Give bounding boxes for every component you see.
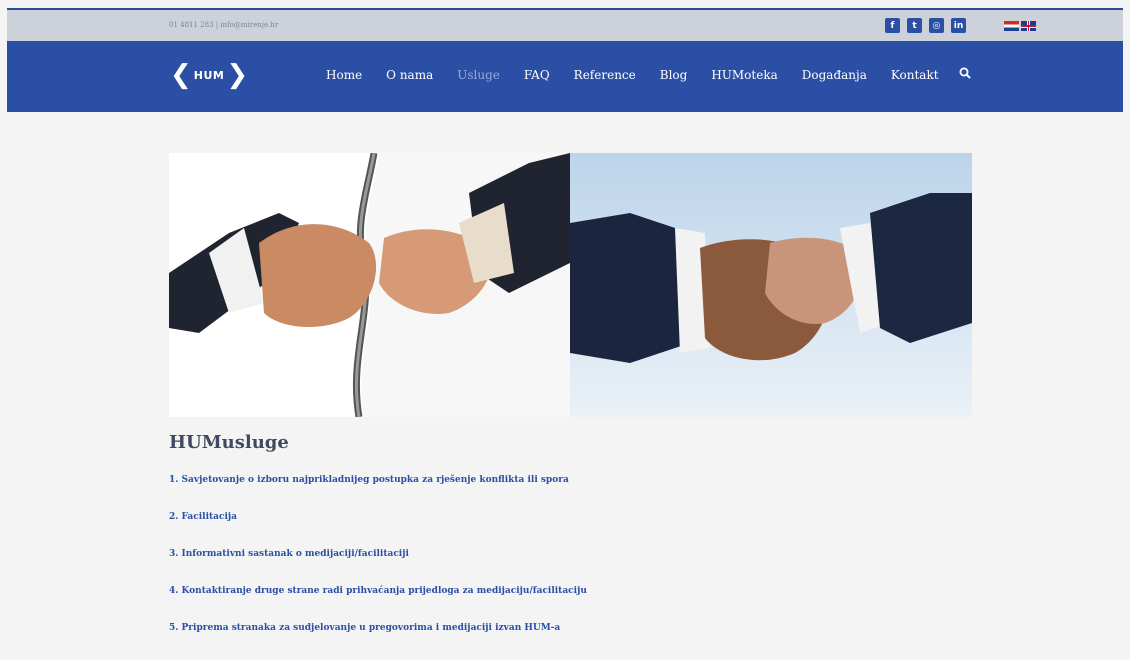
nav-item-home[interactable]: Home (326, 68, 362, 82)
service-link[interactable]: 4. Kontaktiranje druge strane radi prihv… (169, 586, 869, 596)
hero-banner (169, 153, 972, 417)
nav-item-humoteka[interactable]: HUMoteka (711, 68, 777, 82)
hr-flag-icon[interactable] (1004, 21, 1019, 31)
handshake-image (570, 153, 972, 417)
top-bar: 01 4811 283 | info@mirenje.hr f t ◎ in (7, 8, 1123, 41)
service-link[interactable]: 3. Informativni sastanak o medijaciji/fa… (169, 549, 869, 559)
torn-handshake-image (169, 153, 570, 417)
nav-item-faq[interactable]: FAQ (524, 68, 550, 82)
service-link[interactable]: 2. Facilitacija (169, 512, 869, 522)
services-list: 1. Savjetovanje o izboru najprikladnijeg… (169, 475, 869, 633)
contact-info: 01 4811 283 | info@mirenje.hr (169, 21, 279, 29)
twitter-icon[interactable]: t (907, 18, 922, 33)
social-links: f t ◎ in (885, 18, 966, 33)
nav-item-blog[interactable]: Blog (660, 68, 688, 82)
page-title: HUMusluge (169, 432, 289, 453)
nav-item-o-nama[interactable]: O nama (386, 68, 433, 82)
language-switcher (1004, 21, 1036, 31)
nav-item-reference[interactable]: Reference (574, 68, 636, 82)
search-icon[interactable] (959, 67, 971, 82)
service-link[interactable]: 1. Savjetovanje o izboru najprikladnijeg… (169, 475, 869, 485)
main-content: HUMusluge 1. Savjetovanje o izboru najpr… (169, 432, 869, 660)
service-link[interactable]: 5. Priprema stranaka za sudjelovanje u p… (169, 623, 869, 633)
main-navigation: ❮ HUM ❯ Home O nama Usluge FAQ Reference… (7, 41, 1123, 112)
nav-menu: Home O nama Usluge FAQ Reference Blog HU… (326, 67, 971, 82)
instagram-icon[interactable]: ◎ (929, 18, 944, 33)
hum-logo[interactable]: ❮ HUM ❯ (170, 62, 248, 88)
nav-item-usluge[interactable]: Usluge (457, 68, 500, 82)
facebook-icon[interactable]: f (885, 18, 900, 33)
nav-item-dogadanja[interactable]: Događanja (802, 68, 867, 82)
linkedin-icon[interactable]: in (951, 18, 966, 33)
nav-item-kontakt[interactable]: Kontakt (891, 68, 939, 82)
logo-text: HUM (193, 68, 225, 82)
uk-flag-icon[interactable] (1021, 21, 1036, 31)
